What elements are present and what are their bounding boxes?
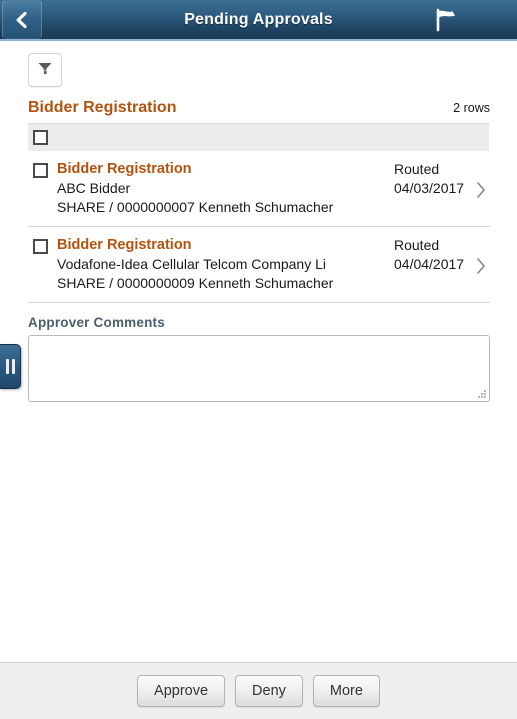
hamburger-menu-icon[interactable] (477, 14, 503, 26)
section-header: Bidder Registration 2 rows (0, 93, 517, 119)
row-open-button[interactable] (472, 249, 490, 280)
select-all-row (28, 123, 489, 151)
section-title: Bidder Registration (28, 99, 177, 116)
row-main: Bidder Registration Vodafone-Idea Cellul… (57, 236, 392, 293)
row-checkbox[interactable] (33, 163, 48, 178)
chevron-right-icon (475, 257, 487, 280)
select-all-checkbox[interactable] (33, 130, 48, 145)
chevron-right-icon (475, 181, 487, 204)
funnel-filter-icon (36, 59, 54, 82)
back-button[interactable] (2, 0, 42, 39)
approver-comments-input[interactable] (29, 336, 489, 401)
header-actions (433, 8, 517, 32)
row-name: ABC Bidder (57, 180, 131, 196)
row-date: 04/04/2017 (394, 256, 465, 272)
row-open-button[interactable] (472, 173, 490, 204)
more-button[interactable]: More (312, 675, 380, 707)
row-name: Vodafone-Idea Cellular Telcom Company Li (57, 256, 327, 272)
row-detail: SHARE / 0000000009 Kenneth Schumacher (57, 275, 334, 291)
row-status: Routed (394, 237, 440, 253)
row-meta: Routed 04/03/2017 (392, 160, 472, 198)
row-main: Bidder Registration ABC Bidder SHARE / 0… (57, 160, 392, 217)
pause-bars-handle-icon (5, 359, 9, 374)
chevron-left-icon (12, 10, 32, 30)
content-area: Bidder Registration 2 rows Bidder Regist… (0, 41, 517, 662)
row-status: Routed (394, 161, 440, 177)
side-panel-handle[interactable] (0, 344, 21, 389)
deny-button[interactable]: Deny (235, 675, 303, 707)
list-item[interactable]: Bidder Registration Vodafone-Idea Cellul… (28, 227, 490, 303)
pause-bars-handle-icon (11, 359, 15, 374)
action-footer: Approve Deny More (0, 662, 517, 719)
flag-icon[interactable] (433, 8, 459, 32)
approver-comments-section: Approver Comments (0, 303, 517, 402)
approver-comments-box (28, 335, 490, 402)
list-item[interactable]: Bidder Registration ABC Bidder SHARE / 0… (28, 151, 490, 227)
filter-toolbar (0, 41, 517, 93)
pending-approvals-page: Pending Approvals Bidder Registration 2 … (0, 0, 517, 719)
filter-button[interactable] (28, 53, 62, 87)
rows-count: 2 rows (453, 101, 490, 115)
row-link[interactable]: Bidder Registration (57, 236, 386, 255)
approver-comments-label: Approver Comments (28, 315, 165, 330)
row-checkbox[interactable] (33, 239, 48, 254)
approve-button[interactable]: Approve (137, 675, 226, 707)
row-date: 04/03/2017 (394, 180, 465, 196)
row-link[interactable]: Bidder Registration (57, 160, 386, 179)
app-header: Pending Approvals (0, 0, 517, 41)
approvals-list: Bidder Registration ABC Bidder SHARE / 0… (0, 151, 517, 303)
row-meta: Routed 04/04/2017 (392, 236, 472, 274)
row-detail: SHARE / 0000000007 Kenneth Schumacher (57, 199, 334, 215)
